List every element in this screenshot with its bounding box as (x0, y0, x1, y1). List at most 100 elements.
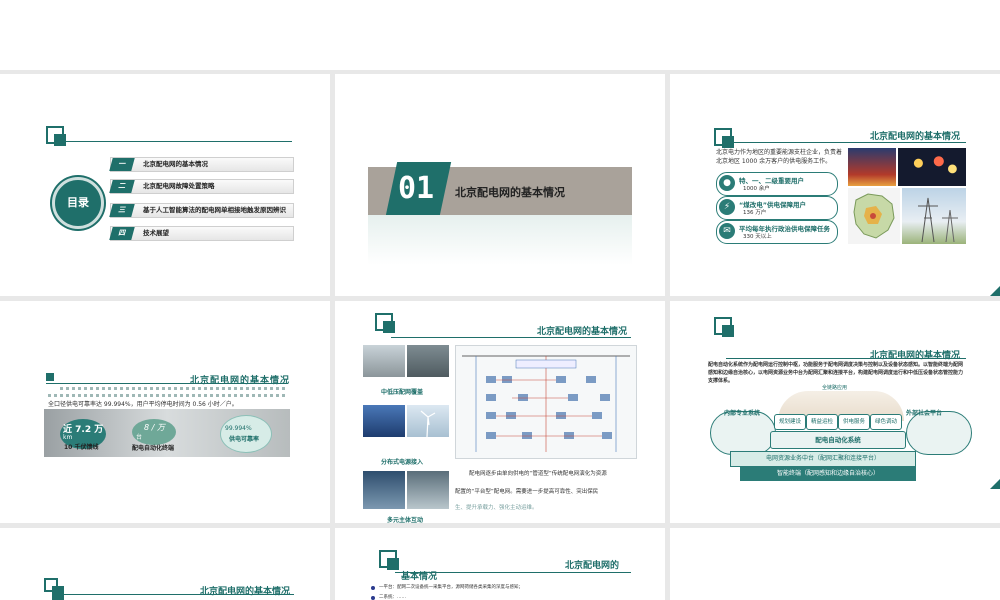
slide-title: 北京配电网的 (565, 561, 620, 571)
internal-systems-cloud (710, 411, 776, 455)
photo-caption: 中低压配网覆盖 (381, 389, 424, 396)
cloud-label: 外部社会平台 (906, 410, 943, 417)
plug-icon: ⚡ (719, 199, 735, 215)
slide-thumbnail-partial-1[interactable]: 北京配电网的基本情况 (0, 528, 330, 600)
slide-thumbnail-grid-evolution[interactable]: 北京配电网的基本情况 中低压配网覆盖 分布式电源接入 多元主体互动 配电网逐步由… (335, 301, 665, 523)
substation-photo-1 (363, 345, 405, 377)
slide-title: 北京配电网的基本情况 (870, 351, 961, 361)
slide-thumbnail-grid-scale[interactable]: 北京配电网的基本情况 全口径供电可靠率达 99.994%，用户平均停电时间为 0… (0, 301, 330, 523)
toc-item-2[interactable]: 二 北京配电网故障处置策略 (109, 179, 294, 194)
badge-value: 99.994% (225, 425, 252, 432)
slide-thumbnail-automation[interactable]: 北京配电网的基本情况 配电自动化系统作为配电网运行控制中枢，功能服务于配电网调度… (670, 301, 1000, 523)
toc-title: 目录 (67, 196, 89, 209)
toc-item-label: 北京配电网的基本情况 (143, 160, 208, 168)
wind-turbine-photo (407, 405, 449, 438)
terminal-label: 智能终端（配网感知和边缘自治核心） (776, 470, 879, 477)
stat-row-2: ⚡ “煤改电”供电保障用户 136 万户 (716, 196, 838, 220)
slide-title: 北京配电网的基本情况 (190, 376, 291, 386)
section-title: 北京配电网的基本情况 (455, 186, 565, 199)
intro-text: 配电自动化系统作为配电网运行控制中枢，功能服务于配电网调度决策与控制以及设备状态… (708, 362, 964, 384)
stat-value: 1000 余户 (743, 186, 770, 192)
stat-value: 136 万户 (743, 210, 767, 216)
toc-item-num: 四 (109, 227, 135, 240)
slide-title: 北京配电网的基本情况 (537, 327, 628, 337)
core-system-label: 配电自动化系统 (815, 436, 861, 444)
deco-square-filled (52, 586, 64, 600)
header-rule (64, 594, 294, 595)
slide-title-continued: 基本情况 (401, 572, 438, 582)
badge-label: 配电自动化终端 (132, 445, 175, 452)
faded-text-line (48, 394, 286, 397)
deco-square-filled (387, 558, 399, 570)
header-rule (60, 141, 292, 142)
bullet-text: 一平台：配网二次设备统一采集平台，源网荷储各类采集的深度与感知； (379, 585, 523, 590)
toc-item-num: 一 (109, 158, 135, 171)
toc-item-label: 技术展望 (143, 229, 169, 237)
solar-panel-photo (363, 405, 405, 437)
deco-square-filled (383, 321, 395, 333)
core-system-box: 配电自动化系统 (770, 431, 906, 449)
corner-triangle (990, 479, 1000, 489)
bullet-dot (371, 586, 375, 590)
body-text: 配置的“平台型”配电网。需要进一步提高可靠性、突出保民 (455, 489, 599, 495)
ev-charger-photo-1 (363, 471, 405, 509)
toc-item-num: 三 (109, 204, 135, 217)
slide-title: 北京配电网的基本情况 (200, 587, 291, 597)
slide-title: 北京配电网的基本情况 (870, 132, 961, 142)
badge-label: 供电可靠率 (229, 436, 260, 443)
reliability-text: 全口径供电可靠率达 99.994%，用户平均停电时间为 0.56 小时／户。 (48, 401, 238, 408)
badge-label: 10 千伏馈线 (64, 444, 99, 451)
module-dispatch: 绿色调动 (870, 414, 902, 430)
toc-item-label: 北京配电网故障处置策略 (143, 182, 215, 190)
power-tower-photo (902, 188, 966, 244)
module-maintenance: 精益运检 (806, 414, 838, 430)
middle-platform-bar: 电网资源业务中台（配网汇聚和连接平台） (730, 451, 916, 467)
top-app-label: 全链路应用 (822, 385, 848, 391)
badge-value: 8 / 万 (144, 423, 165, 432)
badge-unit: km (63, 434, 73, 441)
bullet-text: 二系统：…… (379, 595, 406, 600)
header-rule (46, 383, 288, 384)
external-platforms-cloud (906, 411, 972, 455)
middle-platform-label: 电网资源业务中台（配网汇聚和连接平台） (765, 455, 880, 462)
header-rule (395, 572, 631, 573)
grid-diagram (455, 345, 637, 459)
toc-item-4[interactable]: 四 技术展望 (109, 226, 294, 241)
stat-value: 330 天以上 (743, 234, 772, 240)
deco-square-filled (54, 134, 66, 146)
body-text: 生、提升承载力、强化主动运维。 (455, 505, 538, 511)
corner-triangle (990, 286, 1000, 296)
chat-icon: ✉ (719, 223, 735, 239)
badge-terminals: 8 / 万 台 (132, 419, 176, 445)
faded-text-line (60, 387, 286, 390)
section-mist (368, 215, 632, 265)
terminal-bar: 智能终端（配网感知和边缘自治核心） (740, 467, 916, 481)
slide-thumbnail-section[interactable]: 01 北京配电网的基本情况 (335, 74, 665, 296)
header-rule (726, 358, 966, 359)
badge-unit: 台 (136, 434, 143, 441)
toc-item-3[interactable]: 三 基于人工智能算法的配电网单相接地触发原因辨识 (109, 203, 294, 218)
badge-reliability: 99.994% 供电可靠率 (220, 415, 272, 453)
header-rule (391, 337, 631, 338)
substation-photo-2 (407, 345, 449, 377)
toc-item-label: 基于人工智能算法的配电网单相接地触发原因辨识 (143, 206, 286, 214)
intro-text: 北京电力作为地区的重要能源支柱企业，负责着北京地区 1000 余万客户的供电服务… (716, 149, 843, 165)
toc-item-num: 二 (109, 180, 135, 193)
stadium-photo (848, 148, 896, 186)
fireworks-photo (898, 148, 966, 186)
user-icon: ● (719, 175, 735, 191)
slide-thumbnail-basic-info[interactable]: 北京配电网的基本情况 北京电力作为地区的重要能源支柱企业，负责着北京地区 100… (670, 74, 1000, 296)
module-service: 供电服务 (838, 414, 870, 430)
slide-thumbnail-partial-3[interactable] (670, 528, 1000, 600)
slide-thumbnail-toc[interactable]: 目录 一 北京配电网的基本情况 二 北京配电网故障处置策略 三 基于人工智能算法… (0, 74, 330, 296)
body-text: 配电网逐步由单向供电的“管道型”传统配电网演化为资源 (469, 471, 607, 477)
cloud-label: 内部专业系统 (724, 410, 761, 417)
slide-thumbnail-partial-2[interactable]: 北京配电网的 基本情况 一平台：配网二次设备统一采集平台，源网荷储各类采集的深度… (335, 528, 665, 600)
photo-caption: 分布式电源接入 (381, 459, 424, 466)
toc-circle: 目录 (52, 177, 104, 229)
module-planning: 规划建设 (774, 414, 806, 430)
bullet-dot (371, 596, 375, 600)
ev-charger-photo-2 (407, 471, 449, 509)
photo-caption: 多元主体互动 (387, 517, 424, 523)
toc-item-1[interactable]: 一 北京配电网的基本情况 (109, 157, 294, 172)
